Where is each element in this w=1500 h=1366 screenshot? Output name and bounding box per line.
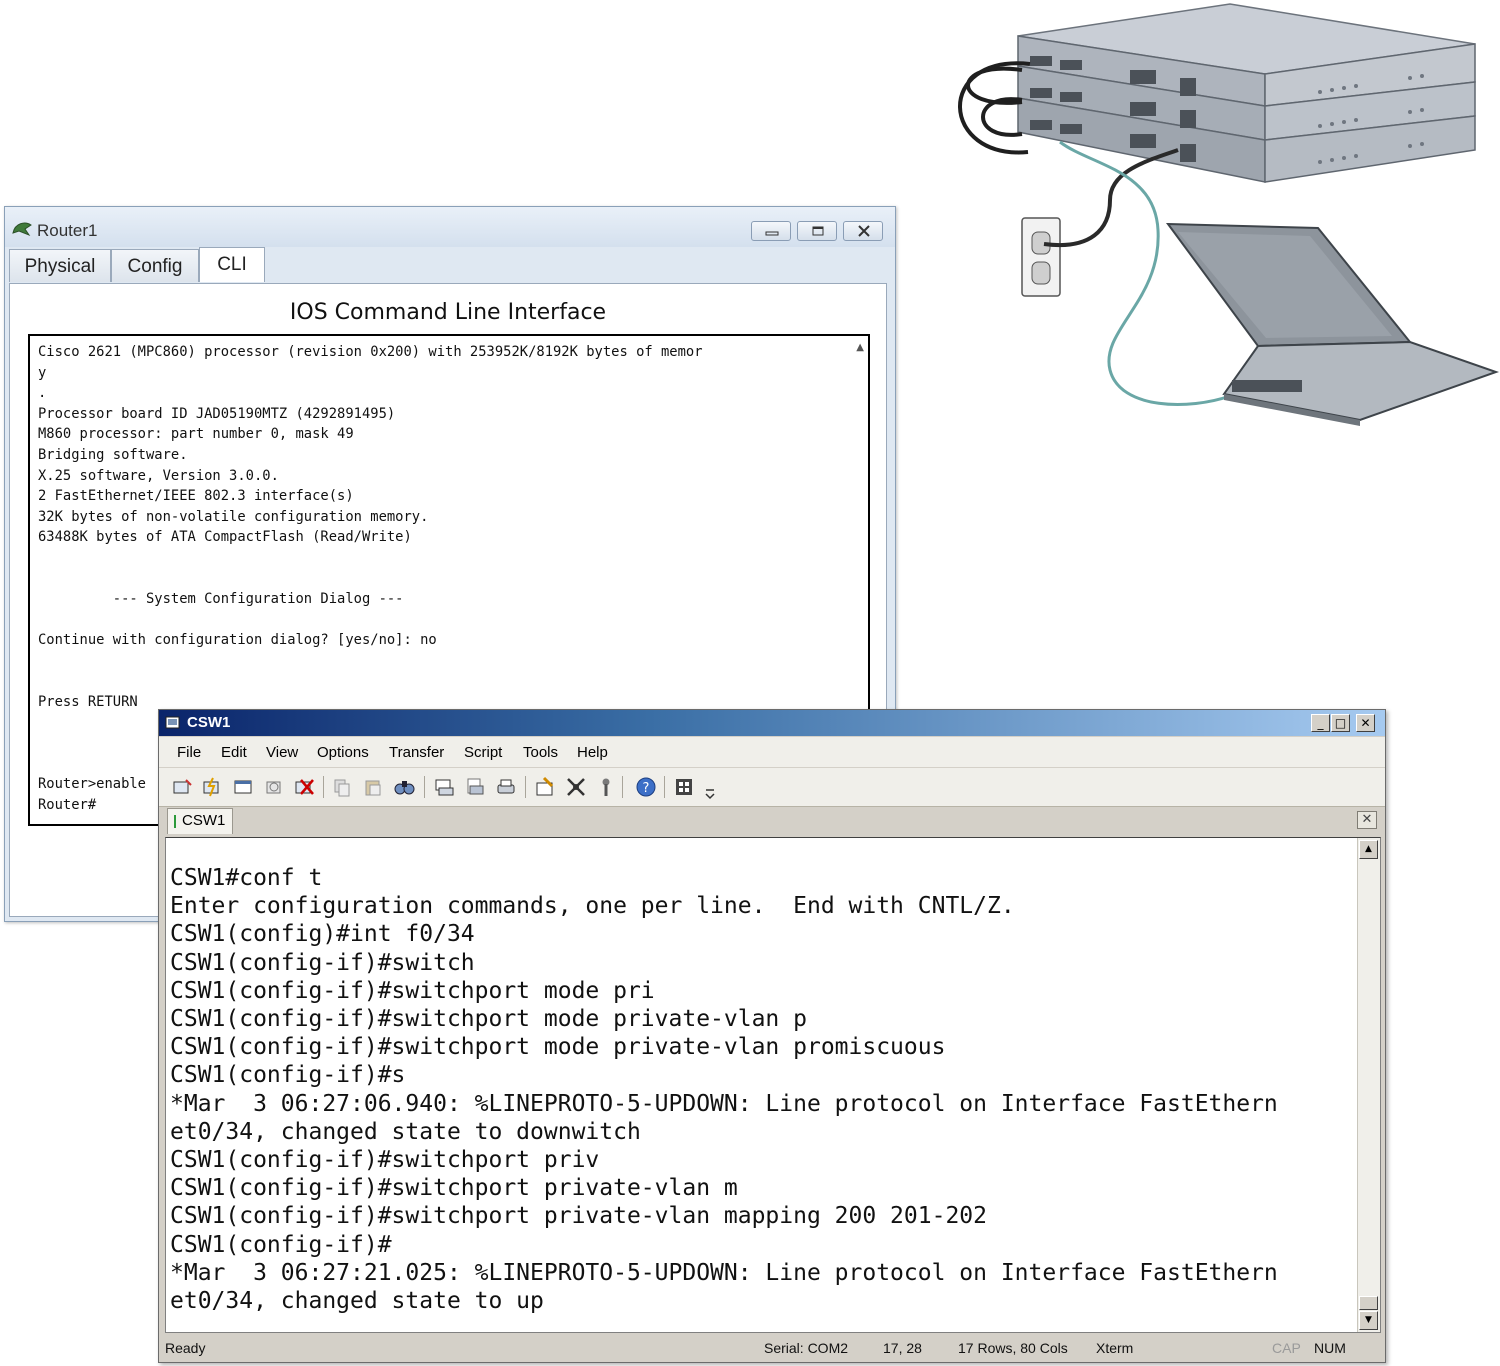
scroll-down-icon: ▼	[1365, 1315, 1372, 1325]
maximize-icon	[812, 226, 824, 236]
close-icon: ✕	[1361, 812, 1373, 827]
terminal[interactable]: CSW1#conf t Enter configuration commands…	[165, 837, 1381, 1333]
session-options-icon[interactable]	[534, 776, 556, 798]
maximize-button[interactable]: □	[1331, 714, 1350, 732]
terminal-output: CSW1#conf t Enter configuration commands…	[170, 865, 1278, 1315]
router1-titlebar[interactable]: Router1	[5, 207, 895, 247]
status-cursor: 17, 28	[883, 1340, 922, 1356]
connect-tab-icon[interactable]	[232, 776, 254, 798]
csw1-titlebar[interactable]: CSW1 _ □ ✕	[159, 710, 1385, 736]
scroll-up-icon: ▲	[1365, 844, 1372, 854]
toolbar-separator	[323, 776, 324, 798]
status-emulation: Xterm	[1096, 1340, 1134, 1356]
securecrt-icon	[165, 716, 180, 729]
toolbar-overflow-icon[interactable]	[703, 784, 717, 802]
find-icon[interactable]	[393, 776, 415, 798]
tab-config[interactable]: Config	[111, 249, 199, 282]
scroll-thumb[interactable]	[1359, 1296, 1378, 1310]
router1-title: Router1	[37, 221, 98, 240]
status-serial: Serial: COM2	[764, 1340, 849, 1356]
connect-icon[interactable]	[171, 776, 193, 798]
toolbar-separator	[424, 776, 425, 798]
quick-connect-icon[interactable]	[201, 776, 223, 798]
menu-help[interactable]: Help	[577, 744, 608, 761]
close-icon	[858, 225, 870, 237]
maximize-icon: □	[1334, 716, 1347, 730]
close-icon: ✕	[1360, 716, 1371, 730]
menu-tools[interactable]: Tools	[523, 744, 558, 761]
maximize-button[interactable]	[797, 221, 837, 241]
scroll-up-button[interactable]: ▲	[1359, 840, 1378, 859]
disconnect-icon[interactable]	[293, 776, 315, 798]
status-bar: Ready Serial: COM2 17, 28 17 Rows, 80 Co…	[159, 1334, 1385, 1361]
print-icon[interactable]	[464, 776, 486, 798]
csw1-title: CSW1	[187, 714, 231, 731]
status-caps: CAP	[1272, 1340, 1301, 1356]
keypad-icon[interactable]	[673, 776, 695, 798]
help-icon[interactable]: ?	[635, 776, 657, 798]
switch-stack-laptop-illustration	[958, 3, 1500, 426]
cli-heading: IOS Command Line Interface	[289, 300, 607, 325]
print-setup-icon[interactable]	[433, 776, 455, 798]
terminal-scrollbar[interactable]: ▲ ▼	[1357, 838, 1380, 1332]
menu-file[interactable]: File	[177, 744, 201, 761]
packet-tracer-icon	[12, 222, 32, 237]
reconnect-icon[interactable]	[263, 776, 285, 798]
minimize-icon: _	[1317, 716, 1324, 730]
close-button[interactable]	[843, 221, 883, 241]
menu-script[interactable]: Script	[464, 744, 502, 761]
status-size: 17 Rows, 80 Cols	[958, 1340, 1068, 1356]
csw1-window: CSW1 _ □ ✕ File Edit View Options Transf…	[158, 709, 1386, 1363]
toolbar: ?	[159, 768, 1385, 807]
close-button[interactable]: ✕	[1356, 714, 1375, 732]
minimize-icon	[765, 231, 779, 236]
tab-physical[interactable]: Physical	[9, 249, 111, 282]
scroll-down-button[interactable]: ▼	[1359, 1311, 1378, 1330]
menu-bar: File Edit View Options Transfer Script T…	[159, 737, 1385, 767]
menu-transfer[interactable]: Transfer	[389, 744, 444, 761]
tab-cli[interactable]: CLI	[199, 247, 265, 282]
menu-view[interactable]: View	[266, 744, 298, 761]
minimize-button[interactable]	[751, 221, 791, 241]
sftp-icon[interactable]	[595, 776, 617, 798]
minimize-button[interactable]: _	[1311, 714, 1330, 732]
session-tabstrip: CSW1 ✕	[159, 807, 1385, 835]
status-ready: Ready	[165, 1340, 206, 1356]
keymap-icon[interactable]	[565, 776, 587, 798]
print-screen-icon[interactable]	[495, 776, 517, 798]
scroll-up-icon[interactable]: ▲	[856, 342, 864, 353]
svg-text:?: ?	[643, 781, 650, 796]
toolbar-separator	[664, 776, 665, 798]
router1-tabs: Physical Config CLI	[9, 247, 869, 283]
copy-icon[interactable]	[331, 776, 353, 798]
paste-icon[interactable]	[362, 776, 384, 798]
power-outlet	[1021, 217, 1061, 297]
session-tab-csw1[interactable]: CSW1	[167, 808, 233, 834]
toolbar-separator	[622, 776, 623, 798]
laptop	[1165, 222, 1500, 426]
menu-edit[interactable]: Edit	[221, 744, 247, 761]
toolbar-separator	[525, 776, 526, 798]
tab-close-button[interactable]: ✕	[1357, 811, 1377, 829]
menu-options[interactable]: Options	[317, 744, 369, 761]
status-num: NUM	[1314, 1340, 1346, 1356]
